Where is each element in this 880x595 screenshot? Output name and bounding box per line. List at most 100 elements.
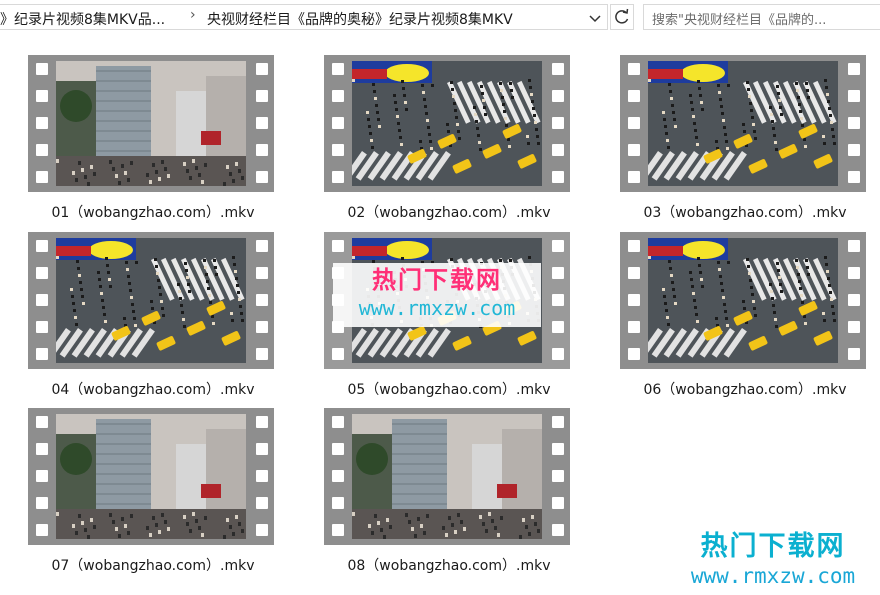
file-name-label: 07（wobangzhao.com）.mkv — [51, 558, 255, 574]
sprocket-hole — [552, 144, 564, 156]
sprocket-hole — [628, 321, 640, 333]
sprocket-hole — [256, 171, 268, 183]
video-thumbnail-image — [56, 61, 246, 186]
video-file-item[interactable]: 07（wobangzhao.com）.mkv — [28, 408, 278, 583]
sprocket-hole — [628, 117, 640, 129]
sprocket-hole — [552, 294, 564, 306]
film-strip-icon — [28, 55, 274, 192]
watermark-corner: 热门下载网 www.rmxzw.com — [670, 531, 876, 593]
sprocket-hole — [36, 63, 48, 75]
video-thumbnail-image — [56, 414, 246, 539]
file-name-label: 01（wobangzhao.com）.mkv — [51, 205, 255, 221]
sprocket-hole — [552, 321, 564, 333]
refresh-icon — [615, 8, 629, 24]
video-thumbnail — [352, 61, 542, 186]
sprocket-hole — [332, 117, 344, 129]
watermark-url: www.rmxzw.com — [358, 296, 516, 320]
sprocket-hole — [552, 171, 564, 183]
sprocket-hole — [848, 267, 860, 279]
sprocket-hole — [628, 144, 640, 156]
chevron-down-icon[interactable] — [585, 8, 605, 28]
sprocket-hole — [256, 348, 268, 360]
sprocket-hole — [36, 497, 48, 509]
sprocket-hole — [332, 497, 344, 509]
search-input[interactable]: 搜索"央视财经栏目《品牌的... — [643, 4, 880, 30]
sprocket-hole — [552, 267, 564, 279]
search-placeholder: 搜索"央视财经栏目《品牌的... — [652, 13, 827, 28]
video-file-item[interactable]: 08（wobangzhao.com）.mkv — [324, 408, 574, 583]
address-bar[interactable]: 》纪录片视频8集MKV品... › 央视财经栏目《品牌的奥秘》纪录片视频8集MK… — [0, 4, 608, 30]
video-thumbnail-image — [352, 414, 542, 539]
sprocket-hole — [848, 321, 860, 333]
sprocket-hole — [256, 470, 268, 482]
video-file-item[interactable]: 03（wobangzhao.com）.mkv — [620, 55, 870, 230]
video-file-item[interactable]: 04（wobangzhao.com）.mkv — [28, 232, 278, 407]
video-file-item[interactable]: 06（wobangzhao.com）.mkv — [620, 232, 870, 407]
sprocket-hole — [36, 267, 48, 279]
video-file-item[interactable]: 01（wobangzhao.com）.mkv — [28, 55, 278, 230]
video-thumbnail — [648, 61, 838, 186]
sprocket-hole — [848, 348, 860, 360]
sprocket-hole — [256, 321, 268, 333]
sprocket-hole — [552, 90, 564, 102]
watermark-url: www.rmxzw.com — [690, 564, 856, 588]
video-thumbnail-image — [352, 61, 542, 186]
sprocket-hole — [552, 497, 564, 509]
breadcrumb-parent[interactable]: 》纪录片视频8集MKV品... — [0, 9, 165, 29]
watermark-title: 热门下载网 — [700, 531, 846, 562]
sprocket-hole — [628, 348, 640, 360]
sprocket-hole — [628, 63, 640, 75]
sprocket-hole — [332, 171, 344, 183]
watermark-title: 热门下载网 — [372, 266, 502, 294]
video-file-item[interactable]: 02（wobangzhao.com）.mkv — [324, 55, 574, 230]
file-name-label: 08（wobangzhao.com）.mkv — [347, 558, 551, 574]
sprocket-hole — [848, 117, 860, 129]
sprocket-hole — [36, 171, 48, 183]
sprocket-hole — [256, 524, 268, 536]
sprocket-hole — [848, 90, 860, 102]
sprocket-hole — [36, 144, 48, 156]
sprocket-hole — [848, 144, 860, 156]
sprocket-hole — [36, 90, 48, 102]
sprocket-hole — [332, 63, 344, 75]
sprocket-hole — [332, 348, 344, 360]
sprocket-hole — [36, 348, 48, 360]
film-strip-icon — [28, 232, 274, 369]
sprocket-hole — [332, 416, 344, 428]
sprocket-hole — [36, 416, 48, 428]
sprocket-hole — [256, 416, 268, 428]
film-strip-icon — [620, 55, 866, 192]
sprocket-hole — [36, 443, 48, 455]
refresh-button[interactable] — [610, 4, 634, 30]
sprocket-hole — [36, 240, 48, 252]
sprocket-hole — [36, 321, 48, 333]
sprocket-hole — [332, 470, 344, 482]
file-name-label: 02（wobangzhao.com）.mkv — [347, 205, 551, 221]
sprocket-hole — [256, 117, 268, 129]
sprocket-hole — [256, 144, 268, 156]
video-thumbnail — [352, 414, 542, 539]
breadcrumb-current-folder[interactable]: 央视财经栏目《品牌的奥秘》纪录片视频8集MKV — [207, 9, 513, 29]
sprocket-hole — [848, 63, 860, 75]
file-name-label: 06（wobangzhao.com）.mkv — [643, 382, 847, 398]
breadcrumb-chevron-icon[interactable]: › — [190, 7, 196, 23]
file-name-label: 04（wobangzhao.com）.mkv — [51, 382, 255, 398]
sprocket-hole — [628, 240, 640, 252]
sprocket-hole — [628, 171, 640, 183]
sprocket-hole — [36, 524, 48, 536]
sprocket-hole — [552, 470, 564, 482]
film-strip-icon — [620, 232, 866, 369]
video-thumbnail — [648, 238, 838, 363]
video-thumbnail-image — [648, 238, 838, 363]
sprocket-hole — [552, 524, 564, 536]
sprocket-hole — [552, 348, 564, 360]
sprocket-hole — [36, 470, 48, 482]
sprocket-hole — [256, 240, 268, 252]
file-name-label: 05（wobangzhao.com）.mkv — [347, 382, 551, 398]
video-thumbnail-image — [648, 61, 838, 186]
sprocket-hole — [332, 90, 344, 102]
watermark-center: 热门下载网 www.rmxzw.com — [333, 263, 541, 327]
film-strip-icon — [28, 408, 274, 545]
sprocket-hole — [552, 117, 564, 129]
sprocket-hole — [256, 63, 268, 75]
